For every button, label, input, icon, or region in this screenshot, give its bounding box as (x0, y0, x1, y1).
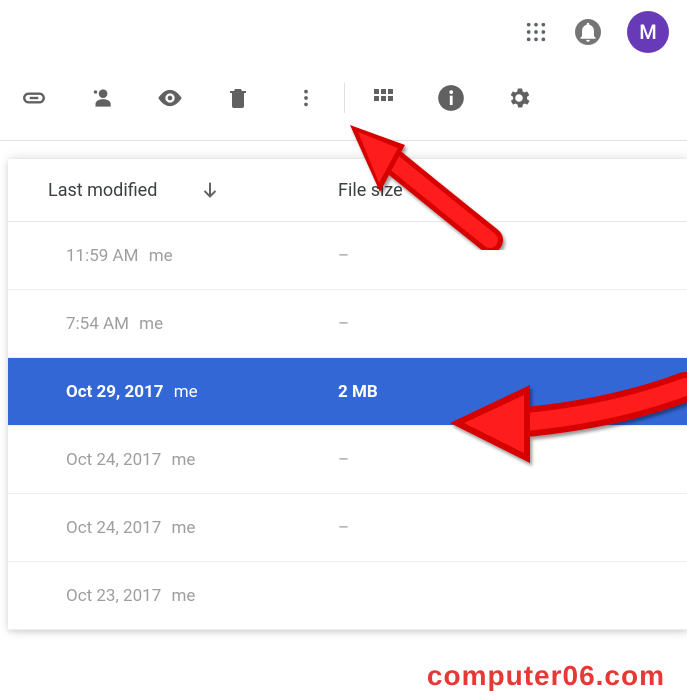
cell-modified: Oct 23, 2017 me (66, 586, 338, 606)
cell-modified: Oct 29, 2017 me (66, 382, 338, 402)
get-link-button[interactable] (0, 76, 68, 120)
cell-size: 2 MB (338, 382, 657, 402)
file-row[interactable]: Oct 24, 2017 me– (8, 494, 687, 562)
cell-size: – (338, 450, 657, 470)
toolbar-container (0, 64, 687, 141)
watermark-text: computer06.com (427, 660, 665, 692)
cell-modified: 11:59 AM me (66, 246, 338, 266)
file-row[interactable]: 7:54 AM me– (8, 290, 687, 358)
file-date: Oct 24, 2017 (66, 450, 161, 470)
preview-button[interactable] (136, 76, 204, 120)
cell-size: – (338, 314, 657, 334)
action-toolbar (0, 64, 687, 132)
file-rows: 11:59 AM me–7:54 AM me–Oct 29, 2017 me2 … (8, 222, 687, 630)
delete-button[interactable] (204, 76, 272, 120)
file-owner: me (171, 586, 195, 606)
more-actions-button[interactable] (272, 76, 340, 120)
file-row[interactable]: Oct 23, 2017 me (8, 562, 687, 630)
avatar-initial: M (639, 20, 657, 44)
cell-size: – (338, 518, 657, 538)
app-header: M (0, 0, 687, 64)
file-list-panel: Last modified File size 11:59 AM me–7:54… (8, 159, 687, 630)
file-owner: me (139, 314, 163, 334)
file-date: Oct 29, 2017 (66, 382, 163, 402)
settings-button[interactable] (485, 76, 553, 120)
file-owner: me (171, 450, 195, 470)
details-button[interactable] (417, 76, 485, 120)
cell-modified: Oct 24, 2017 me (66, 518, 338, 538)
column-modified-label: Last modified (48, 180, 157, 201)
toolbar-divider (344, 83, 345, 113)
file-date: 7:54 AM (66, 314, 129, 334)
file-date: Oct 24, 2017 (66, 518, 161, 538)
file-owner: me (171, 518, 195, 538)
column-header-modified[interactable]: Last modified (48, 179, 338, 201)
column-header-size[interactable]: File size (338, 180, 657, 201)
share-button[interactable] (68, 76, 136, 120)
file-date: 11:59 AM (66, 246, 138, 266)
cell-modified: Oct 24, 2017 me (66, 450, 338, 470)
file-row[interactable]: 11:59 AM me– (8, 222, 687, 290)
column-header-row: Last modified File size (8, 159, 687, 222)
view-toggle-button[interactable] (349, 76, 417, 120)
cell-size: – (338, 246, 657, 266)
sort-arrow-down-icon[interactable] (199, 179, 221, 201)
file-row[interactable]: Oct 24, 2017 me– (8, 426, 687, 494)
column-size-label: File size (338, 180, 403, 201)
avatar[interactable]: M (627, 11, 669, 53)
apps-icon[interactable] (523, 19, 549, 45)
file-date: Oct 23, 2017 (66, 586, 161, 606)
notifications-icon[interactable] (575, 19, 601, 45)
cell-modified: 7:54 AM me (66, 314, 338, 334)
file-owner: me (149, 246, 173, 266)
file-owner: me (174, 382, 198, 402)
file-row[interactable]: Oct 29, 2017 me2 MB (8, 358, 687, 426)
